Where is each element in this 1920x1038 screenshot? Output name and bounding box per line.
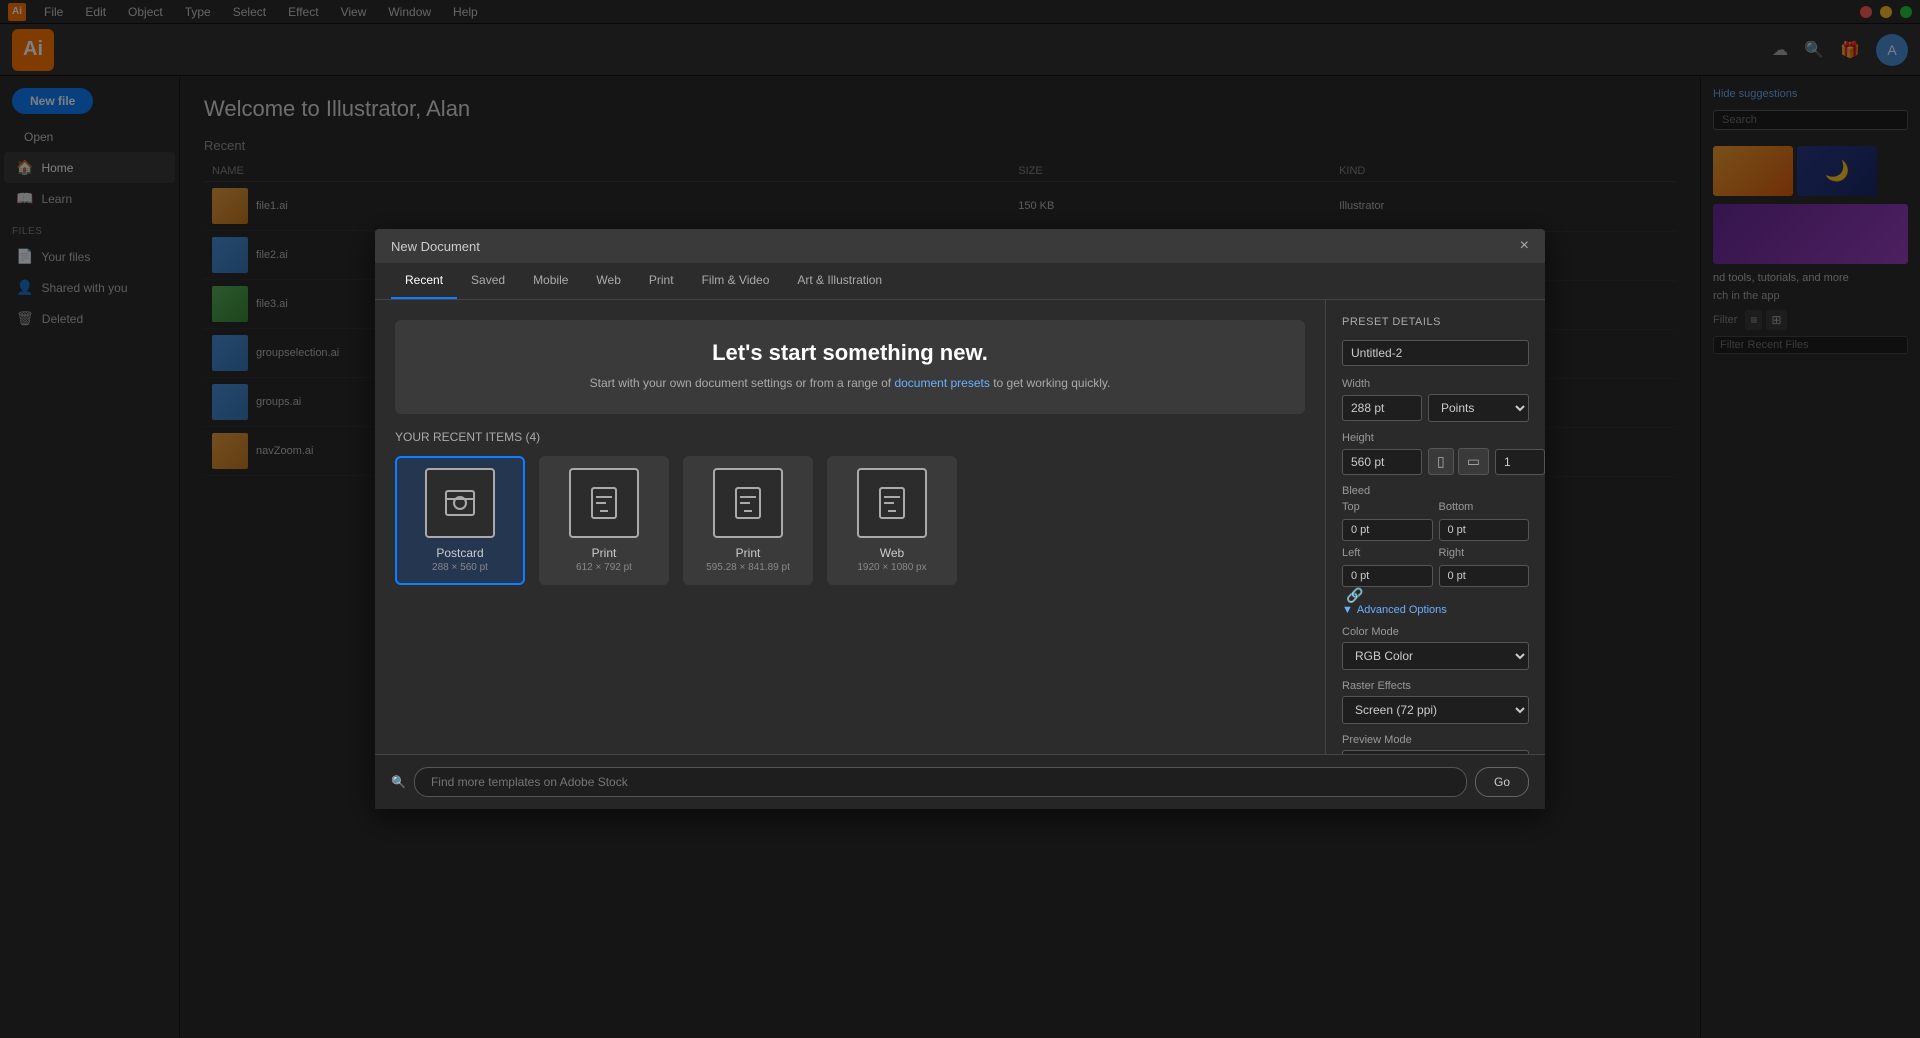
new-document-modal: New Document × Recent Saved Mobile Web P…	[375, 229, 1545, 809]
bleed-right-input[interactable]	[1439, 565, 1530, 587]
tab-print[interactable]: Print	[635, 263, 688, 299]
preset-size-postcard: 288 × 560 pt	[407, 562, 513, 573]
modal-search-bar: 🔍 Go	[375, 754, 1545, 809]
color-mode-select[interactable]: RGB Color CMYK Color	[1342, 642, 1529, 670]
modal-hero: Let's start something new. Start with yo…	[395, 320, 1305, 414]
modal-title: New Document	[391, 239, 480, 254]
bleed-right-field: Right	[1439, 547, 1530, 587]
preset-details-panel: PRESET DETAILS Width Points Pixels Inche…	[1325, 300, 1545, 754]
width-input[interactable]	[1342, 395, 1422, 421]
modal-heading: Let's start something new.	[415, 340, 1285, 366]
raster-effects-label: Raster Effects	[1342, 680, 1529, 692]
document-presets-link[interactable]: document presets	[894, 376, 989, 390]
preset-size-web: 1920 × 1080 px	[839, 562, 945, 573]
tab-web[interactable]: Web	[582, 263, 634, 299]
height-row: ▯ ▭	[1342, 448, 1529, 475]
preset-details-title: PRESET DETAILS	[1342, 316, 1529, 328]
recent-items-label: YOUR RECENT ITEMS (4)	[395, 430, 1305, 444]
raster-effects-select[interactable]: Screen (72 ppi) Medium (150 ppi) High (3…	[1342, 696, 1529, 724]
bleed-label: Bleed	[1342, 485, 1529, 497]
modal-body: Let's start something new. Start with yo…	[375, 300, 1545, 754]
tab-saved[interactable]: Saved	[457, 263, 519, 299]
bleed-top-field: Top	[1342, 501, 1433, 541]
preset-card-print2[interactable]: Print 595.28 × 841.89 pt	[683, 456, 813, 585]
preset-name-print2: Print	[695, 546, 801, 560]
preset-name-print1: Print	[551, 546, 657, 560]
landscape-btn[interactable]: ▭	[1458, 448, 1489, 475]
unit-select[interactable]: Points Pixels Inches Millimeters	[1428, 394, 1529, 422]
preset-icon-print2	[713, 468, 783, 538]
width-label: Width	[1342, 378, 1529, 390]
preset-card-web[interactable]: Web 1920 × 1080 px	[827, 456, 957, 585]
preset-grid: Postcard 288 × 560 pt Print 612 × 792 pt…	[395, 456, 1305, 585]
bleed-left-input[interactable]	[1342, 565, 1433, 587]
preset-icon-print1	[569, 468, 639, 538]
orientation-buttons: ▯ ▭	[1428, 448, 1489, 475]
preset-name-input[interactable]	[1342, 340, 1529, 366]
tab-mobile[interactable]: Mobile	[519, 263, 582, 299]
tab-art-illustration[interactable]: Art & Illustration	[783, 263, 896, 299]
chevron-down-icon: ▼	[1342, 604, 1353, 616]
width-row: Points Pixels Inches Millimeters	[1342, 394, 1529, 422]
preset-icon-postcard	[425, 468, 495, 538]
stock-search-input[interactable]	[414, 767, 1467, 797]
preset-card-print1[interactable]: Print 612 × 792 pt	[539, 456, 669, 585]
bleed-bottom-label: Bottom	[1439, 501, 1530, 513]
bleed-top-label: Top	[1342, 501, 1433, 513]
link-chain-icon[interactable]: 🔗	[1346, 587, 1363, 603]
modal-header: New Document ×	[375, 229, 1545, 263]
bleed-grid: Top Bottom Left Right	[1342, 501, 1529, 587]
preset-size-print2: 595.28 × 841.89 pt	[695, 562, 801, 573]
modal-main: Let's start something new. Start with yo…	[375, 300, 1325, 754]
bleed-top-input[interactable]	[1342, 519, 1433, 541]
height-label: Height	[1342, 432, 1529, 444]
bleed-bottom-field: Bottom	[1439, 501, 1530, 541]
preview-mode-label: Preview Mode	[1342, 734, 1529, 746]
modal-tabs: Recent Saved Mobile Web Print Film & Vid…	[375, 263, 1545, 300]
modal-header-close-btn[interactable]: ×	[1520, 237, 1529, 255]
advanced-options-toggle[interactable]: ▼ Advanced Options	[1342, 604, 1529, 616]
tab-film-video[interactable]: Film & Video	[688, 263, 784, 299]
preset-name-web: Web	[839, 546, 945, 560]
preset-size-print1: 612 × 792 pt	[551, 562, 657, 573]
portrait-btn[interactable]: ▯	[1428, 448, 1454, 475]
advanced-label: Advanced Options	[1357, 604, 1447, 616]
preset-name-postcard: Postcard	[407, 546, 513, 560]
preset-icon-web	[857, 468, 927, 538]
bleed-right-label: Right	[1439, 547, 1530, 559]
search-bar-icon: 🔍	[391, 775, 406, 789]
go-button[interactable]: Go	[1475, 767, 1529, 797]
bleed-left-field: Left	[1342, 547, 1433, 587]
modal-subtitle: Start with your own document settings or…	[415, 376, 1285, 390]
artboards-input[interactable]	[1495, 449, 1545, 475]
bleed-left-label: Left	[1342, 547, 1433, 559]
bleed-bottom-input[interactable]	[1439, 519, 1530, 541]
tab-recent[interactable]: Recent	[391, 263, 457, 299]
height-input[interactable]	[1342, 449, 1422, 475]
color-mode-label: Color Mode	[1342, 626, 1529, 638]
preset-card-postcard[interactable]: Postcard 288 × 560 pt	[395, 456, 525, 585]
modal-overlay: New Document × Recent Saved Mobile Web P…	[0, 0, 1920, 1038]
